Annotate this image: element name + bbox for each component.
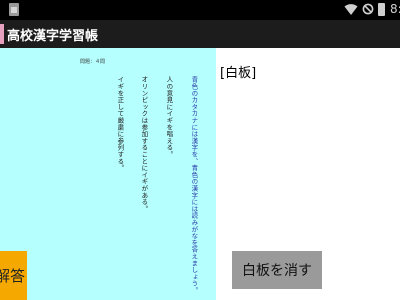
answer-button[interactable]: 解答 <box>0 251 27 300</box>
question-panel: 問題：４問 青色のカタカナには漢字を、青色の漢字には読みがなを答えましょう。 人… <box>0 48 216 300</box>
question-instruction: 青色のカタカナには漢字を、青色の漢字には読みがなを答えましょう。 <box>189 76 198 294</box>
erase-whiteboard-button[interactable]: 白板を消す <box>232 251 322 289</box>
action-bar: 高校漢字学習帳 <box>0 20 400 48</box>
status-bar: 8: <box>0 0 400 20</box>
question-sentence-3: イギを正して厳粛に参列する。 <box>115 76 124 172</box>
clock: 8: <box>390 2 400 16</box>
battery-icon <box>378 3 385 16</box>
file-icon <box>9 3 19 16</box>
no-sign-icon <box>362 3 374 15</box>
whiteboard-area[interactable] <box>218 80 400 248</box>
question-number: 問題：４問 <box>80 59 106 65</box>
app-title: 高校漢字学習帳 <box>7 29 99 44</box>
whiteboard-label: [白板] <box>220 66 257 81</box>
app-icon[interactable] <box>0 24 4 44</box>
answer-button-label: 解答 <box>0 267 25 285</box>
wifi-icon <box>344 4 358 15</box>
question-sentence-2: オリンピックは参加することにイギがある。 <box>139 76 148 212</box>
question-sentence-1: 人の意見にイギを唱える。 <box>164 76 173 158</box>
